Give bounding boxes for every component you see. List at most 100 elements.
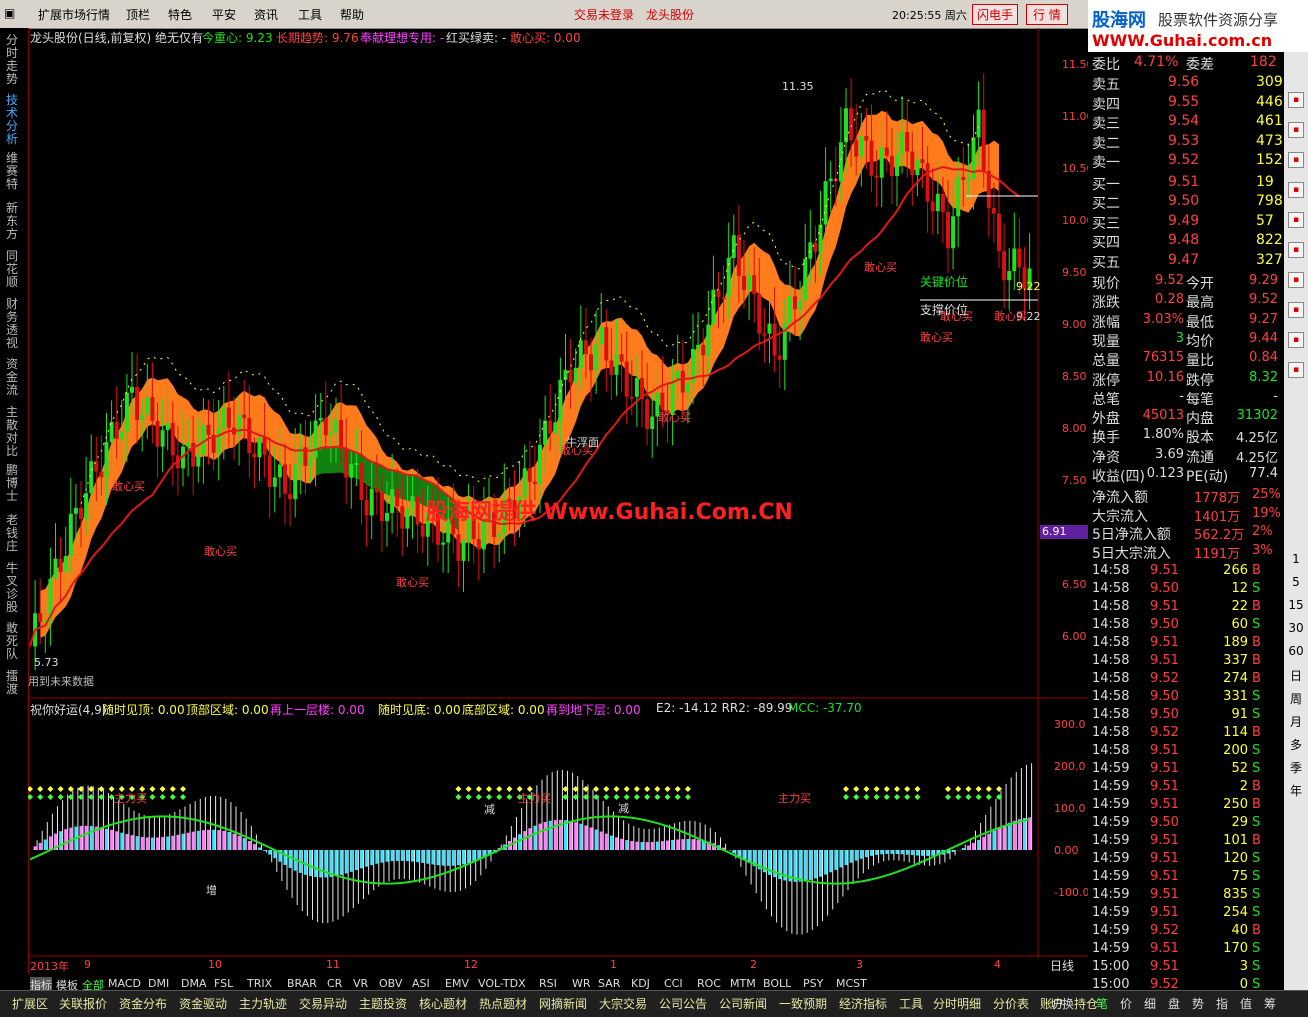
bid-price[interactable]: 9.50 (1168, 193, 1199, 209)
bid-price[interactable]: 9.49 (1168, 213, 1199, 229)
menu-item-ext-market[interactable]: 扩展市场行情 (38, 6, 110, 23)
side-tab[interactable]: 指 (1216, 995, 1228, 1012)
indicator-tab[interactable]: VOL-TDX (478, 977, 526, 990)
indicator-tab[interactable]: MCST (836, 977, 867, 990)
nav-laoqianzhuang[interactable]: 老钱庄 (6, 514, 22, 553)
indicator-tab[interactable]: KDJ (631, 977, 650, 990)
indicator-tab[interactable]: BOLL (763, 977, 791, 990)
side-tab[interactable]: 盘 (1168, 995, 1180, 1012)
period-button[interactable]: 5 (1287, 575, 1305, 589)
indicator-tab[interactable]: CR (327, 977, 342, 990)
function-tab[interactable]: 热点题材 (479, 995, 527, 1012)
indicator-tab[interactable]: DMA (181, 977, 207, 990)
nav-technical[interactable]: 技术分析 (6, 94, 22, 146)
kline-chart-area[interactable]: 龙头股份(日线,前复权) 绝无仅有 今重心: 9.23 长期趋势: 9.76 奉… (28, 28, 1094, 973)
menu-item-special[interactable]: 特色 (168, 6, 192, 23)
nav-niucha[interactable]: 牛叉诊股 (6, 562, 22, 614)
side-tab[interactable]: 价 (1120, 995, 1132, 1012)
side-tab[interactable]: 笔 (1096, 995, 1108, 1012)
indicator-tab[interactable]: MTM (730, 977, 756, 990)
nav-tonghuashun[interactable]: 同花顺 (6, 250, 22, 289)
bid-price[interactable]: 9.47 (1168, 252, 1199, 268)
period-button[interactable]: 1 (1287, 552, 1305, 566)
side-tab[interactable]: 筹 (1264, 995, 1276, 1012)
function-tab[interactable]: 资金驱动 (179, 995, 227, 1012)
bid-price[interactable]: 9.48 (1168, 232, 1199, 248)
menu-item-pingan[interactable]: 平安 (212, 6, 236, 23)
period-button[interactable]: 多 (1287, 736, 1305, 753)
indicator-tab[interactable]: PSY (803, 977, 823, 990)
menu-item-tools[interactable]: 工具 (298, 6, 322, 23)
menu-item-help[interactable]: 帮助 (340, 6, 364, 23)
nav-capital-flow[interactable]: 资金流 (6, 358, 22, 397)
period-button[interactable]: 15 (1287, 598, 1305, 612)
line-icon[interactable]: ▪ (1288, 152, 1304, 168)
function-tab[interactable]: 资金分布 (119, 995, 167, 1012)
bar-icon[interactable]: ▪ (1288, 182, 1304, 198)
indicator-tab[interactable]: RSI (539, 977, 557, 990)
flash-trade-button[interactable]: 闪电手 (972, 4, 1019, 25)
indicator-tab[interactable]: EMV (445, 977, 469, 990)
ask-price[interactable]: 9.52 (1168, 152, 1199, 168)
nav-xindongfang[interactable]: 新东方 (6, 202, 22, 241)
function-tab[interactable]: 分价表 (993, 995, 1029, 1012)
side-tab[interactable]: 势 (1192, 995, 1204, 1012)
grid-icon[interactable]: ▪ (1288, 212, 1304, 228)
ask-price[interactable]: 9.56 (1168, 74, 1199, 90)
period-button[interactable]: 日 (1287, 667, 1305, 684)
indicator-tab[interactable]: WR (572, 977, 591, 990)
quote-button[interactable]: 行 情 (1026, 4, 1068, 25)
function-tab[interactable]: 工具 (899, 995, 923, 1012)
side-tab[interactable]: 切换 (1050, 995, 1074, 1012)
nav-weisaite[interactable]: 维赛特 (6, 152, 22, 191)
period-button[interactable]: 60 (1287, 644, 1305, 658)
indicator-tab[interactable]: OBV (379, 977, 402, 990)
arrow-icon[interactable]: ▪ (1288, 332, 1304, 348)
nav-intraday[interactable]: 分时走势 (6, 34, 22, 86)
indicator-tab[interactable]: TRIX (247, 977, 272, 990)
indicator-tab[interactable]: DMI (148, 977, 169, 990)
pan-icon[interactable]: ▪ (1288, 302, 1304, 318)
candle-icon[interactable]: ▪ (1288, 122, 1304, 138)
ask-price[interactable]: 9.54 (1168, 113, 1199, 129)
indicator-tab[interactable]: FSL (214, 977, 233, 990)
ask-price[interactable]: 9.55 (1168, 94, 1199, 110)
indicator-tab[interactable]: VR (353, 977, 368, 990)
period-button[interactable]: 季 (1287, 759, 1305, 776)
zoom-icon[interactable]: ▪ (1288, 272, 1304, 288)
draw-icon[interactable]: ▪ (1288, 242, 1304, 258)
period-button[interactable]: 年 (1287, 782, 1305, 799)
side-tab[interactable]: 细 (1144, 995, 1156, 1012)
bid-price[interactable]: 9.51 (1168, 174, 1199, 190)
menu-item-news[interactable]: 资讯 (254, 6, 278, 23)
indicator-tab[interactable]: ROC (697, 977, 721, 990)
indicator-tab[interactable]: CCI (664, 977, 683, 990)
function-tab[interactable]: 网摘新闻 (539, 995, 587, 1012)
login-status[interactable]: 交易未登录 (574, 6, 634, 23)
indicator-tab[interactable]: MACD (108, 977, 141, 990)
period-button[interactable]: 30 (1287, 621, 1305, 635)
nav-leidu[interactable]: 擂渡 (6, 670, 22, 696)
function-tab[interactable]: 关联报价 (59, 995, 107, 1012)
chart-icon[interactable]: ▪ (1288, 92, 1304, 108)
nav-pengboshi[interactable]: 鹏博士 (6, 464, 22, 503)
function-tab[interactable]: 公司新闻 (719, 995, 767, 1012)
function-tab[interactable]: 公司公告 (659, 995, 707, 1012)
ask-price[interactable]: 9.53 (1168, 133, 1199, 149)
rsi-icon[interactable]: ▪ (1288, 362, 1304, 378)
function-tab[interactable]: 主力轨迹 (239, 995, 287, 1012)
nav-main-retail[interactable]: 主散对比 (6, 406, 22, 458)
indicator-tab[interactable]: SAR (598, 977, 620, 990)
menu-item-topbar[interactable]: 顶栏 (126, 6, 150, 23)
function-tab[interactable]: 大宗交易 (599, 995, 647, 1012)
function-tab[interactable]: 扩展区 (12, 995, 48, 1012)
function-tab[interactable]: 主题投资 (359, 995, 407, 1012)
function-tab[interactable]: 一致预期 (779, 995, 827, 1012)
indicator-tab[interactable]: ASI (412, 977, 430, 990)
function-tab[interactable]: 经济指标 (839, 995, 887, 1012)
nav-gansidui[interactable]: 敢死队 (6, 622, 22, 661)
side-tab[interactable]: 值 (1240, 995, 1252, 1012)
app-icon[interactable]: ▣ (4, 6, 15, 20)
period-button[interactable]: 周 (1287, 690, 1305, 707)
function-tab[interactable]: 核心题材 (419, 995, 467, 1012)
